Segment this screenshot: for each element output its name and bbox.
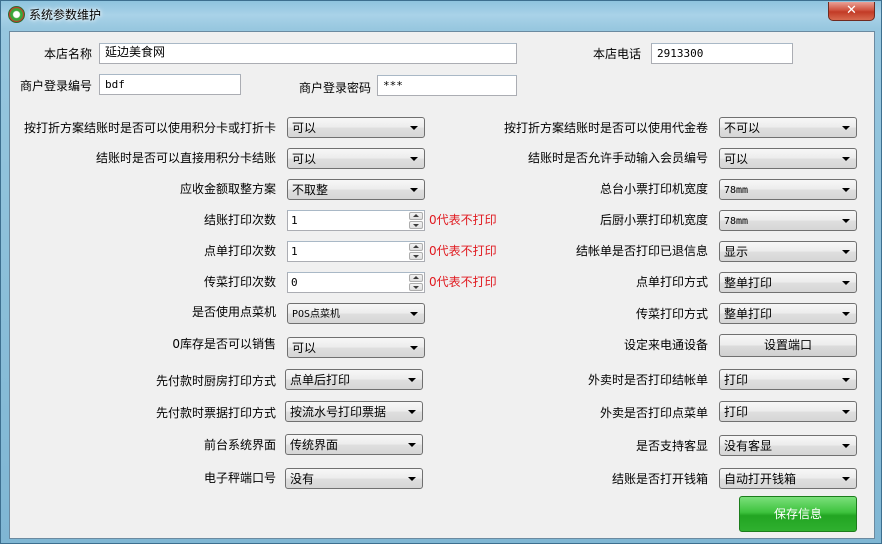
right-label-3: 总台小票打印机宽度 bbox=[599, 182, 708, 196]
left-label-4: 结账打印次数 bbox=[203, 213, 276, 227]
right-label-2: 结账时是否允许手动输入会员编号 bbox=[527, 151, 708, 165]
store-name-label: 本店名称 bbox=[44, 47, 93, 61]
left-label-2: 结账时是否可以直接用积分卡结账 bbox=[95, 151, 276, 165]
left-label-11: 前台系统界面 bbox=[203, 438, 276, 452]
dropdown-arrow-icon bbox=[410, 312, 418, 316]
title-bar: 系统参数维护 ✕ bbox=[1, 1, 881, 29]
merchant-id-input[interactable]: bdf bbox=[99, 74, 241, 95]
dropdown-arrow-icon bbox=[410, 346, 418, 350]
takeout-order-print-select[interactable]: 打印 bbox=[719, 401, 857, 422]
dropdown-arrow-icon bbox=[410, 188, 418, 192]
store-name-input[interactable]: 延边美食网 bbox=[99, 43, 517, 64]
close-button[interactable]: ✕ bbox=[828, 2, 875, 21]
discount-card-select[interactable]: 可以 bbox=[287, 117, 425, 138]
front-printer-width-select[interactable]: 78mm bbox=[719, 179, 857, 200]
right-label-7: 传菜打印方式 bbox=[635, 307, 708, 321]
right-label-5: 结帐单是否打印已退信息 bbox=[575, 244, 708, 258]
window-frame: 系统参数维护 ✕ 本店名称 延边美食网 本店电话 2913300 商户登录编号 … bbox=[0, 0, 882, 544]
dropdown-arrow-icon bbox=[842, 281, 850, 285]
dropdown-arrow-icon bbox=[842, 157, 850, 161]
merchant-id-label: 商户登录编号 bbox=[20, 79, 93, 93]
dropdown-arrow-icon bbox=[842, 378, 850, 382]
dropdown-arrow-icon bbox=[408, 477, 416, 481]
order-print-note: 0代表不打印 bbox=[429, 244, 497, 258]
set-port-button[interactable]: 设置端口 bbox=[719, 334, 857, 357]
dropdown-arrow-icon bbox=[410, 126, 418, 130]
left-label-6: 传菜打印次数 bbox=[203, 275, 276, 289]
serve-print-count-stepper[interactable]: 0 bbox=[287, 272, 425, 293]
order-print-mode-select[interactable]: 整单打印 bbox=[719, 272, 857, 293]
dropdown-arrow-icon bbox=[408, 410, 416, 414]
takeout-bill-print-select[interactable]: 打印 bbox=[719, 369, 857, 390]
customer-display-select[interactable]: 没有客显 bbox=[719, 435, 857, 456]
ordering-device-select[interactable]: POS点菜机 bbox=[287, 303, 425, 324]
spin-up-icon[interactable] bbox=[409, 274, 423, 282]
zero-stock-select[interactable]: 可以 bbox=[287, 337, 425, 358]
store-phone-input[interactable]: 2913300 bbox=[651, 43, 793, 64]
spin-up-icon[interactable] bbox=[409, 212, 423, 220]
right-label-10: 外卖是否打印点菜单 bbox=[599, 406, 708, 420]
dropdown-arrow-icon bbox=[842, 477, 850, 481]
left-label-3: 应收金额取整方案 bbox=[179, 182, 276, 196]
right-label-8: 设定来电通设备 bbox=[623, 338, 708, 352]
dropdown-arrow-icon bbox=[408, 443, 416, 447]
save-button[interactable]: 保存信息 bbox=[739, 496, 857, 532]
dropdown-arrow-icon bbox=[410, 157, 418, 161]
window-title: 系统参数维护 bbox=[29, 8, 102, 22]
spin-down-icon[interactable] bbox=[409, 283, 423, 291]
serve-print-mode-select[interactable]: 整单打印 bbox=[719, 303, 857, 324]
left-label-12: 电子秤端口号 bbox=[203, 471, 276, 485]
checkout-print-count-stepper[interactable]: 1 bbox=[287, 210, 425, 231]
dropdown-arrow-icon bbox=[842, 126, 850, 130]
prepay-receipt-print-select[interactable]: 按流水号打印票据 bbox=[285, 401, 423, 422]
scale-port-select[interactable]: 没有 bbox=[285, 468, 423, 489]
cash-drawer-select[interactable]: 自动打开钱箱 bbox=[719, 468, 857, 489]
spin-up-icon[interactable] bbox=[409, 243, 423, 251]
right-label-12: 结账是否打开钱箱 bbox=[611, 472, 708, 486]
spin-down-icon[interactable] bbox=[409, 221, 423, 229]
right-label-11: 是否支持客显 bbox=[635, 439, 708, 453]
merchant-password-label: 商户登录密码 bbox=[299, 81, 372, 95]
right-label-6: 点单打印方式 bbox=[635, 275, 708, 289]
dropdown-arrow-icon bbox=[842, 444, 850, 448]
merchant-password-input[interactable]: *** bbox=[377, 75, 517, 96]
dropdown-arrow-icon bbox=[842, 312, 850, 316]
store-phone-label: 本店电话 bbox=[593, 47, 642, 61]
prepay-kitchen-print-select[interactable]: 点单后打印 bbox=[285, 369, 423, 390]
kitchen-printer-width-select[interactable]: 78mm bbox=[719, 210, 857, 231]
left-label-7: 是否使用点菜机 bbox=[191, 305, 276, 319]
dropdown-arrow-icon bbox=[842, 188, 850, 192]
dropdown-arrow-icon bbox=[842, 410, 850, 414]
checkout-print-note: 0代表不打印 bbox=[429, 213, 497, 227]
app-logo-icon bbox=[8, 6, 25, 23]
points-card-pay-select[interactable]: 可以 bbox=[287, 148, 425, 169]
dropdown-arrow-icon bbox=[842, 219, 850, 223]
order-print-count-stepper[interactable]: 1 bbox=[287, 241, 425, 262]
left-label-8: 0库存是否可以销售 bbox=[172, 337, 276, 351]
right-label-1: 按打折方案结账时是否可以使用代金卷 bbox=[503, 121, 708, 135]
manual-member-id-select[interactable]: 可以 bbox=[719, 148, 857, 169]
left-label-9: 先付款时厨房打印方式 bbox=[155, 374, 276, 388]
spin-down-icon[interactable] bbox=[409, 252, 423, 260]
dropdown-arrow-icon bbox=[408, 378, 416, 382]
frontend-ui-select[interactable]: 传统界面 bbox=[285, 434, 423, 455]
rounding-select[interactable]: 不取整 bbox=[287, 179, 425, 200]
dropdown-arrow-icon bbox=[842, 250, 850, 254]
settings-form: 本店名称 延边美食网 本店电话 2913300 商户登录编号 bdf 商户登录密… bbox=[9, 31, 875, 539]
left-label-5: 点单打印次数 bbox=[203, 244, 276, 258]
voucher-select[interactable]: 不可以 bbox=[719, 117, 857, 138]
right-label-9: 外卖时是否打印结帐单 bbox=[587, 373, 708, 387]
right-label-4: 后厨小票打印机宽度 bbox=[599, 213, 708, 227]
serve-print-note: 0代表不打印 bbox=[429, 275, 497, 289]
left-label-10: 先付款时票据打印方式 bbox=[155, 406, 276, 420]
left-label-1: 按打折方案结账时是否可以使用积分卡或打折卡 bbox=[23, 121, 276, 135]
refund-info-print-select[interactable]: 显示 bbox=[719, 241, 857, 262]
